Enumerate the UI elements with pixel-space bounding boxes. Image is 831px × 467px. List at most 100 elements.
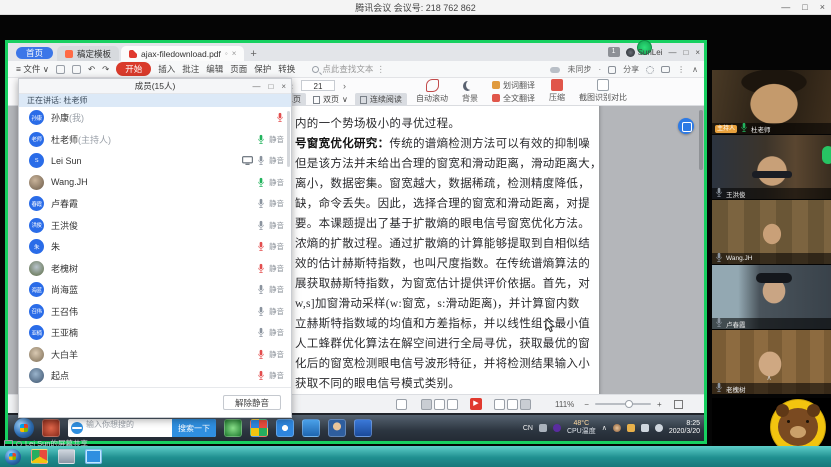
play-icon[interactable]: ▶ [470,398,482,410]
taskbar-app-4-icon[interactable] [276,419,294,437]
tray-icon[interactable] [553,424,561,432]
mute-label[interactable]: 静音 [269,177,284,188]
video-tile[interactable]: Wang.JH [712,200,831,264]
cloud-sync-icon[interactable] [550,67,560,73]
member-row[interactable]: 洪俊王洪俊静音 [19,215,291,237]
cpu-temperature[interactable]: 48°CCPU温度 [567,420,596,435]
meeting-app-icon[interactable] [85,449,102,464]
video-tile[interactable]: 王洪俊 [712,135,831,199]
tab-home[interactable]: 首页 [16,47,53,59]
desktop-search-bar[interactable]: 输入你想搜的 搜索一下 [68,419,216,437]
wps-minimize-icon[interactable]: — [668,48,676,57]
tab-pdf[interactable]: ajax-filedownload.pdf◦× [121,46,244,61]
member-row[interactable]: 春霞卢春霞静音 [19,193,291,215]
local-start-button[interactable] [5,449,21,465]
find-text-input[interactable]: 点此查找文本⋮ [312,63,385,75]
member-row[interactable]: 海蓝尚海蓝静音 [19,279,291,301]
language-indicator[interactable]: CN [523,425,533,432]
mute-label[interactable]: 静音 [269,284,284,295]
menu-page[interactable]: 页面 [230,63,247,75]
panel-maximize-icon[interactable]: □ [268,79,273,94]
redo-icon[interactable]: ↷ [102,64,109,75]
tray-avatar-icon[interactable] [613,424,621,432]
mute-label[interactable]: 静音 [269,134,284,145]
view-book-icon[interactable] [447,399,458,410]
doc-float-button[interactable] [678,118,694,134]
new-tab-button[interactable]: + [250,47,256,61]
mute-label[interactable]: 静音 [269,155,284,166]
fullscreen-icon[interactable] [674,400,683,409]
view-read-icon[interactable] [421,399,432,410]
wps-maximize-icon[interactable]: □ [683,48,688,57]
local-app-1-icon[interactable] [31,449,48,464]
taskbar-app-1-icon[interactable] [42,419,60,437]
video-tile[interactable]: ∧老槐树 [712,330,831,394]
fit-width-icon[interactable] [494,399,505,410]
mute-label[interactable]: 静音 [269,370,284,381]
panel-scrollbar[interactable] [287,111,290,167]
file-menu[interactable]: ≡ 文件 ∨ [16,63,49,75]
scrollbar[interactable] [699,110,703,170]
taskbar-app-5-icon[interactable] [302,419,320,437]
video-tile[interactable]: 卢春霞 [712,265,831,329]
tray-icon[interactable] [539,424,547,432]
unmute-button[interactable]: 解除静音 [223,395,281,410]
member-row[interactable]: Wang.JH静音 [19,172,291,194]
word-translate-button[interactable]: 划词翻译 [492,80,535,91]
zoom-in-icon[interactable]: + [657,400,662,409]
menu-edit[interactable]: 编辑 [206,63,223,75]
strip-scroll-indicator[interactable] [822,146,831,164]
tab-template[interactable]: 稿定模板 [57,46,119,61]
share-label[interactable]: 分享 [623,64,639,75]
taskbar-app-2-icon[interactable] [224,419,242,437]
fit-actual-icon[interactable] [520,399,531,410]
collapse-strip-icon[interactable]: ∧ [767,374,772,382]
taskbar-app-3-icon[interactable] [250,419,268,437]
mode-double-page[interactable]: 双页 ∨ [308,93,353,106]
open-icon[interactable] [56,65,65,74]
collapse-ribbon-icon[interactable]: ∧ [692,65,698,74]
account-chip[interactable]: SunLei [626,48,663,57]
auto-scroll-button[interactable]: 自动滚动 [416,79,448,104]
more-vertical-icon[interactable]: ⋮ [677,65,685,74]
mute-label[interactable]: 静音 [269,327,284,338]
search-button[interactable]: 搜索一下 [172,419,216,437]
menu-protect[interactable]: 保护 [254,63,271,75]
compress-button[interactable]: 压缩 [549,79,565,104]
share-icon[interactable] [608,66,616,74]
minimize-icon[interactable]: — [781,0,790,15]
panel-close-icon[interactable]: × [281,79,286,94]
eye-protect-icon[interactable] [396,399,407,410]
start-button[interactable] [14,418,34,438]
tab-close-icon[interactable]: × [232,49,237,58]
member-row[interactable]: 召伟王召伟静音 [19,301,291,323]
clock[interactable]: 8:252020/3/20 [669,420,700,437]
volume-icon[interactable] [655,424,663,432]
local-app-2-icon[interactable] [58,449,75,464]
member-row[interactable]: 孙康孙康(我) [19,107,291,129]
zoom-level[interactable]: 111% [555,400,574,409]
network-icon[interactable] [641,424,649,432]
background-button[interactable]: 背景 [462,79,478,104]
zoom-slider[interactable] [595,403,651,405]
member-row[interactable]: 大白羊静音 [19,344,291,366]
mute-label[interactable]: 静音 [269,198,284,209]
zoom-out-icon[interactable]: − [584,400,589,409]
taskbar-app-6-icon[interactable] [328,419,346,437]
menu-insert[interactable]: 插入 [158,63,175,75]
full-translate-button[interactable]: 全文翻译 [492,93,535,104]
gear-icon[interactable] [646,66,654,74]
start-tab[interactable]: 开始 [116,62,151,76]
mute-label[interactable]: 静音 [269,241,284,252]
undo-icon[interactable]: ↶ [88,64,95,75]
tray-expand-icon[interactable]: ∧ [602,424,607,432]
mute-label[interactable]: 静音 [269,220,284,231]
screenshot-compare-button[interactable]: 截图识别对比 [579,79,627,104]
tray-icon[interactable] [627,424,635,432]
mute-label[interactable]: 静音 [269,263,284,274]
comment-icon[interactable] [661,66,670,73]
member-row[interactable]: 老槐树静音 [19,258,291,280]
menu-annotate[interactable]: 批注 [182,63,199,75]
close-icon[interactable]: × [820,0,825,15]
next-page-icon[interactable]: › [343,81,346,91]
